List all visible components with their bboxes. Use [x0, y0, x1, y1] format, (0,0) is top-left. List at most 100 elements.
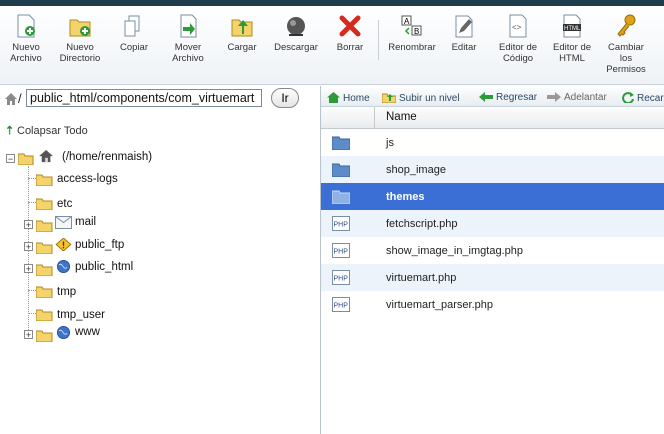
forward-link[interactable]: Adelantar: [547, 92, 607, 103]
globe-icon: [57, 260, 70, 273]
html-editor-button[interactable]: HTML Editor de HTML: [543, 14, 601, 64]
tree-connector: [28, 290, 36, 291]
rename-label: Renombrar: [388, 42, 436, 53]
file-name: shop_image: [386, 164, 446, 176]
php-file-icon: PHP: [332, 243, 350, 258]
edit-label: Editar: [451, 42, 477, 53]
folder-up-icon: [382, 93, 396, 103]
reload-label: Recargar: [637, 93, 664, 104]
rename-icon: AB: [401, 15, 422, 36]
upload-icon: [231, 19, 253, 37]
up-one-level-label: Subir un nivel: [399, 93, 460, 104]
change-permissions-button[interactable]: Cambiar los Permisos: [597, 14, 655, 75]
file-row[interactable]: PHP virtuemart.php: [321, 264, 664, 291]
file-row-selected[interactable]: themes: [321, 183, 664, 210]
toolbar: Nuevo Archivo Nuevo Directorio Copiar Mo…: [0, 6, 664, 85]
delete-button[interactable]: Borrar: [321, 14, 379, 53]
html-editor-icon: HTML: [563, 14, 581, 38]
globe-icon: [57, 326, 70, 339]
open-folder-icon: [18, 153, 34, 165]
delete-icon: [339, 15, 361, 37]
expand-toggle-icon[interactable]: +: [24, 242, 33, 252]
code-editor-icon: <>: [509, 14, 527, 38]
move-file-label: Mover Archivo: [172, 42, 204, 64]
svg-text:<>: <>: [512, 23, 522, 32]
svg-text:HTML: HTML: [564, 26, 581, 32]
copy-label: Copiar: [120, 42, 148, 53]
tree-item-tmp-user[interactable]: tmp_user: [36, 306, 236, 324]
download-button[interactable]: Descargar: [267, 14, 325, 53]
expand-toggle-icon[interactable]: +: [24, 264, 33, 274]
tree-item-public-ftp[interactable]: + public_ftp: [24, 238, 224, 256]
download-icon: [287, 17, 305, 36]
rename-button[interactable]: AB Renombrar: [383, 14, 441, 53]
download-label: Descargar: [274, 42, 318, 53]
reload-icon: [622, 92, 634, 103]
tree-item-etc[interactable]: etc: [36, 195, 236, 213]
warning-sign-icon: [55, 238, 72, 251]
expand-toggle-icon[interactable]: +: [24, 220, 33, 230]
file-row[interactable]: PHP virtuemart_parser.php: [321, 291, 664, 318]
back-link[interactable]: Regresar: [479, 92, 537, 103]
php-file-icon: PHP: [332, 216, 350, 231]
svg-text:PHP: PHP: [334, 276, 349, 283]
tree-item-label: public_ftp: [75, 239, 125, 251]
path-bar: / Ir: [0, 88, 318, 112]
home-icon: [327, 92, 340, 103]
collapse-toggle-icon[interactable]: −: [6, 154, 15, 164]
tree-root[interactable]: − (/home/renmaish): [6, 150, 206, 168]
navigation-bar: Home Subir un nivel Regresar Adelantar R…: [321, 88, 664, 107]
column-separator[interactable]: [374, 107, 375, 128]
file-row[interactable]: shop_image: [321, 156, 664, 183]
upload-label: Cargar: [227, 42, 257, 53]
tree-item-tmp[interactable]: tmp: [36, 283, 236, 301]
upload-button[interactable]: Cargar: [213, 14, 271, 53]
tree-item-access-logs[interactable]: access-logs: [36, 171, 236, 189]
edit-button[interactable]: Editar: [435, 14, 493, 53]
mail-envelope-icon: [55, 216, 72, 229]
home-link[interactable]: Home: [327, 92, 370, 104]
svg-text:PHP: PHP: [334, 303, 349, 310]
tree-item-mail[interactable]: + mail: [24, 216, 224, 234]
folder-icon: [36, 242, 53, 254]
file-row[interactable]: PHP show_image_in_imgtag.php: [321, 237, 664, 264]
code-editor-label: Editor de Código: [498, 42, 538, 64]
copy-button[interactable]: Copiar: [105, 14, 163, 53]
path-prefix: /: [18, 91, 22, 106]
change-permissions-label: Cambiar los Permisos: [606, 42, 646, 75]
expand-toggle-icon[interactable]: +: [24, 330, 33, 340]
file-name: show_image_in_imgtag.php: [386, 245, 523, 257]
folder-icon: [36, 220, 53, 232]
php-file-icon: PHP: [332, 297, 350, 312]
collapse-all-button[interactable]: ⇡ Colapsar Todo: [5, 124, 88, 137]
new-folder-label: Nuevo Directorio: [59, 42, 101, 64]
tree-connector: [28, 178, 36, 179]
file-name: fetchscript.php: [386, 218, 458, 230]
new-file-label: Nuevo Archivo: [10, 42, 42, 64]
delete-label: Borrar: [336, 42, 364, 53]
new-folder-button[interactable]: Nuevo Directorio: [51, 14, 109, 64]
html-editor-label: Editor de HTML: [552, 42, 592, 64]
move-file-icon: [180, 14, 197, 38]
reload-link[interactable]: Recargar: [622, 92, 664, 104]
edit-icon: [455, 15, 473, 38]
new-file-button[interactable]: Nuevo Archivo: [0, 14, 55, 64]
file-row[interactable]: PHP fetchscript.php: [321, 210, 664, 237]
path-input[interactable]: [26, 89, 262, 107]
folder-icon: [36, 198, 53, 210]
tree-item-public-html[interactable]: + public_html: [24, 260, 224, 278]
folder-icon: [36, 309, 53, 321]
home-icon[interactable]: [4, 92, 18, 106]
folder-icon: [36, 330, 53, 342]
name-column-header[interactable]: Name: [386, 111, 417, 123]
move-file-button[interactable]: Mover Archivo: [159, 14, 217, 64]
svg-text:B: B: [414, 27, 419, 36]
code-editor-button[interactable]: <> Editor de Código: [489, 14, 547, 64]
up-one-level-link[interactable]: Subir un nivel: [382, 92, 460, 104]
home-link-label: Home: [343, 93, 370, 104]
new-file-icon: [17, 14, 35, 38]
file-row[interactable]: js: [321, 129, 664, 156]
tree-root-label: (/home/renmaish): [62, 151, 153, 163]
tree-item-www[interactable]: + www: [24, 326, 224, 344]
go-button[interactable]: Ir: [271, 88, 299, 108]
